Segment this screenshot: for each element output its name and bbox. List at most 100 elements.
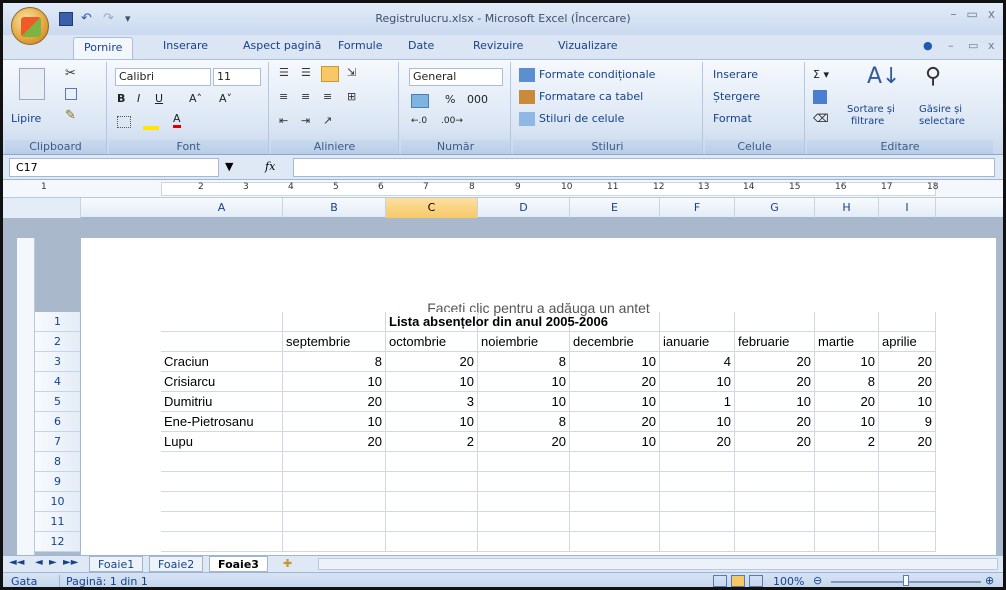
- fill-icon[interactable]: [813, 90, 827, 104]
- sheet-nav-prev-icon[interactable]: ◄: [35, 557, 43, 568]
- month-header-cell[interactable]: octombrie: [386, 332, 478, 352]
- name-cell[interactable]: Ene-Pietrosanu: [161, 412, 283, 432]
- align-center-icon[interactable]: ≡: [301, 90, 310, 103]
- align-right-icon[interactable]: ≡: [323, 90, 332, 103]
- row-header[interactable]: 11: [35, 512, 81, 532]
- italic-icon[interactable]: I: [137, 92, 140, 105]
- value-cell[interactable]: 20: [386, 352, 478, 372]
- zoom-in-icon[interactable]: ⊕: [985, 574, 994, 587]
- cell-styles-button[interactable]: Stiluri de celule: [539, 112, 624, 125]
- margin-cell[interactable]: [81, 412, 161, 432]
- decrease-indent-icon[interactable]: ⇤: [279, 114, 288, 127]
- value-cell[interactable]: 10: [735, 392, 815, 412]
- value-cell[interactable]: 20: [660, 432, 735, 452]
- sheet-nav-next-icon[interactable]: ►: [49, 557, 57, 568]
- bold-icon[interactable]: B: [117, 92, 125, 105]
- margin-cell[interactable]: [81, 492, 161, 512]
- grow-font-icon[interactable]: A˄: [189, 92, 202, 105]
- empty-cell[interactable]: [283, 512, 386, 532]
- merge-center-icon[interactable]: ⊞: [347, 90, 356, 103]
- value-cell[interactable]: 10: [283, 372, 386, 392]
- value-cell[interactable]: 10: [660, 412, 735, 432]
- row-header[interactable]: 3: [35, 352, 81, 372]
- sheet-nav-last-icon[interactable]: ►►: [63, 557, 78, 568]
- empty-cell[interactable]: [660, 452, 735, 472]
- empty-cell[interactable]: [735, 472, 815, 492]
- sheet-tab-foaie2[interactable]: Foaie2: [149, 556, 204, 572]
- value-cell[interactable]: 20: [570, 372, 660, 392]
- currency-icon[interactable]: [411, 94, 429, 108]
- value-cell[interactable]: 10: [660, 372, 735, 392]
- col-header-e[interactable]: E: [570, 198, 660, 218]
- value-cell[interactable]: 20: [283, 432, 386, 452]
- empty-cell[interactable]: [660, 532, 735, 552]
- margin-cell[interactable]: [81, 512, 161, 532]
- value-cell[interactable]: 10: [478, 392, 570, 412]
- margin-cell[interactable]: [81, 312, 161, 332]
- sort-filter-icon[interactable]: A↓: [867, 64, 900, 89]
- empty-cell[interactable]: [283, 532, 386, 552]
- empty-cell[interactable]: [161, 472, 283, 492]
- format-cells-button[interactable]: Format: [713, 112, 752, 125]
- margin-cell[interactable]: [81, 392, 161, 412]
- empty-cell[interactable]: [879, 512, 936, 532]
- value-cell[interactable]: 20: [735, 432, 815, 452]
- row-header[interactable]: 2: [35, 332, 81, 352]
- empty-cell[interactable]: [879, 492, 936, 512]
- value-cell[interactable]: 2: [386, 432, 478, 452]
- tab-revizuire[interactable]: Revizuire: [473, 39, 523, 52]
- clear-icon[interactable]: ⌫: [813, 112, 829, 125]
- margin-cell[interactable]: [81, 452, 161, 472]
- month-header-cell[interactable]: septembrie: [283, 332, 386, 352]
- row-header[interactable]: 12: [35, 532, 81, 552]
- font-size-select[interactable]: 11: [213, 68, 261, 86]
- empty-cell[interactable]: [386, 512, 478, 532]
- value-cell[interactable]: 10: [570, 432, 660, 452]
- row-header[interactable]: 5: [35, 392, 81, 412]
- insert-sheet-icon[interactable]: ✚: [275, 556, 300, 572]
- empty-cell[interactable]: [735, 312, 815, 332]
- month-header-cell[interactable]: februarie: [735, 332, 815, 352]
- increase-indent-icon[interactable]: ⇥: [301, 114, 310, 127]
- empty-cell[interactable]: [283, 452, 386, 472]
- format-painter-icon[interactable]: ✎: [65, 108, 76, 123]
- value-cell[interactable]: 20: [735, 412, 815, 432]
- margin-cell[interactable]: [81, 472, 161, 492]
- empty-cell[interactable]: [570, 532, 660, 552]
- value-cell[interactable]: 20: [815, 392, 879, 412]
- value-cell[interactable]: 10: [570, 352, 660, 372]
- empty-cell[interactable]: [815, 532, 879, 552]
- empty-cell[interactable]: [161, 512, 283, 532]
- value-cell[interactable]: 10: [879, 392, 936, 412]
- month-header-cell[interactable]: decembrie: [570, 332, 660, 352]
- find-select-line1[interactable]: Găsire și: [919, 104, 962, 115]
- value-cell[interactable]: 10: [283, 412, 386, 432]
- number-format-select[interactable]: General: [409, 68, 503, 86]
- horizontal-scrollbar[interactable]: [318, 558, 998, 570]
- increase-decimal-icon[interactable]: ←.0: [411, 116, 427, 126]
- value-cell[interactable]: 2: [815, 432, 879, 452]
- empty-cell[interactable]: [660, 472, 735, 492]
- empty-cell[interactable]: [660, 512, 735, 532]
- margin-cell[interactable]: [81, 352, 161, 372]
- name-box[interactable]: C17: [9, 158, 219, 177]
- row-header[interactable]: 8: [35, 452, 81, 472]
- month-header-cell[interactable]: noiembrie: [478, 332, 570, 352]
- table-title-cell[interactable]: Lista absențelor din anul 2005-2006: [386, 312, 608, 332]
- help-icon[interactable]: ●: [923, 39, 933, 52]
- empty-cell[interactable]: [161, 532, 283, 552]
- col-header-b[interactable]: B: [283, 198, 386, 218]
- find-select-line2[interactable]: selectare: [919, 116, 965, 127]
- ribbon-restore-icon[interactable]: ▭: [968, 39, 978, 52]
- value-cell[interactable]: 10: [386, 372, 478, 392]
- value-cell[interactable]: 20: [879, 352, 936, 372]
- empty-cell[interactable]: [815, 452, 879, 472]
- border-icon[interactable]: [117, 116, 131, 128]
- value-cell[interactable]: 10: [478, 372, 570, 392]
- insert-function-icon[interactable]: fx: [265, 160, 275, 173]
- wrap-text-icon[interactable]: ⇲: [347, 66, 356, 79]
- empty-cell[interactable]: [735, 492, 815, 512]
- paste-icon[interactable]: [19, 68, 45, 100]
- value-cell[interactable]: 8: [283, 352, 386, 372]
- align-top-icon[interactable]: ☰: [279, 66, 289, 79]
